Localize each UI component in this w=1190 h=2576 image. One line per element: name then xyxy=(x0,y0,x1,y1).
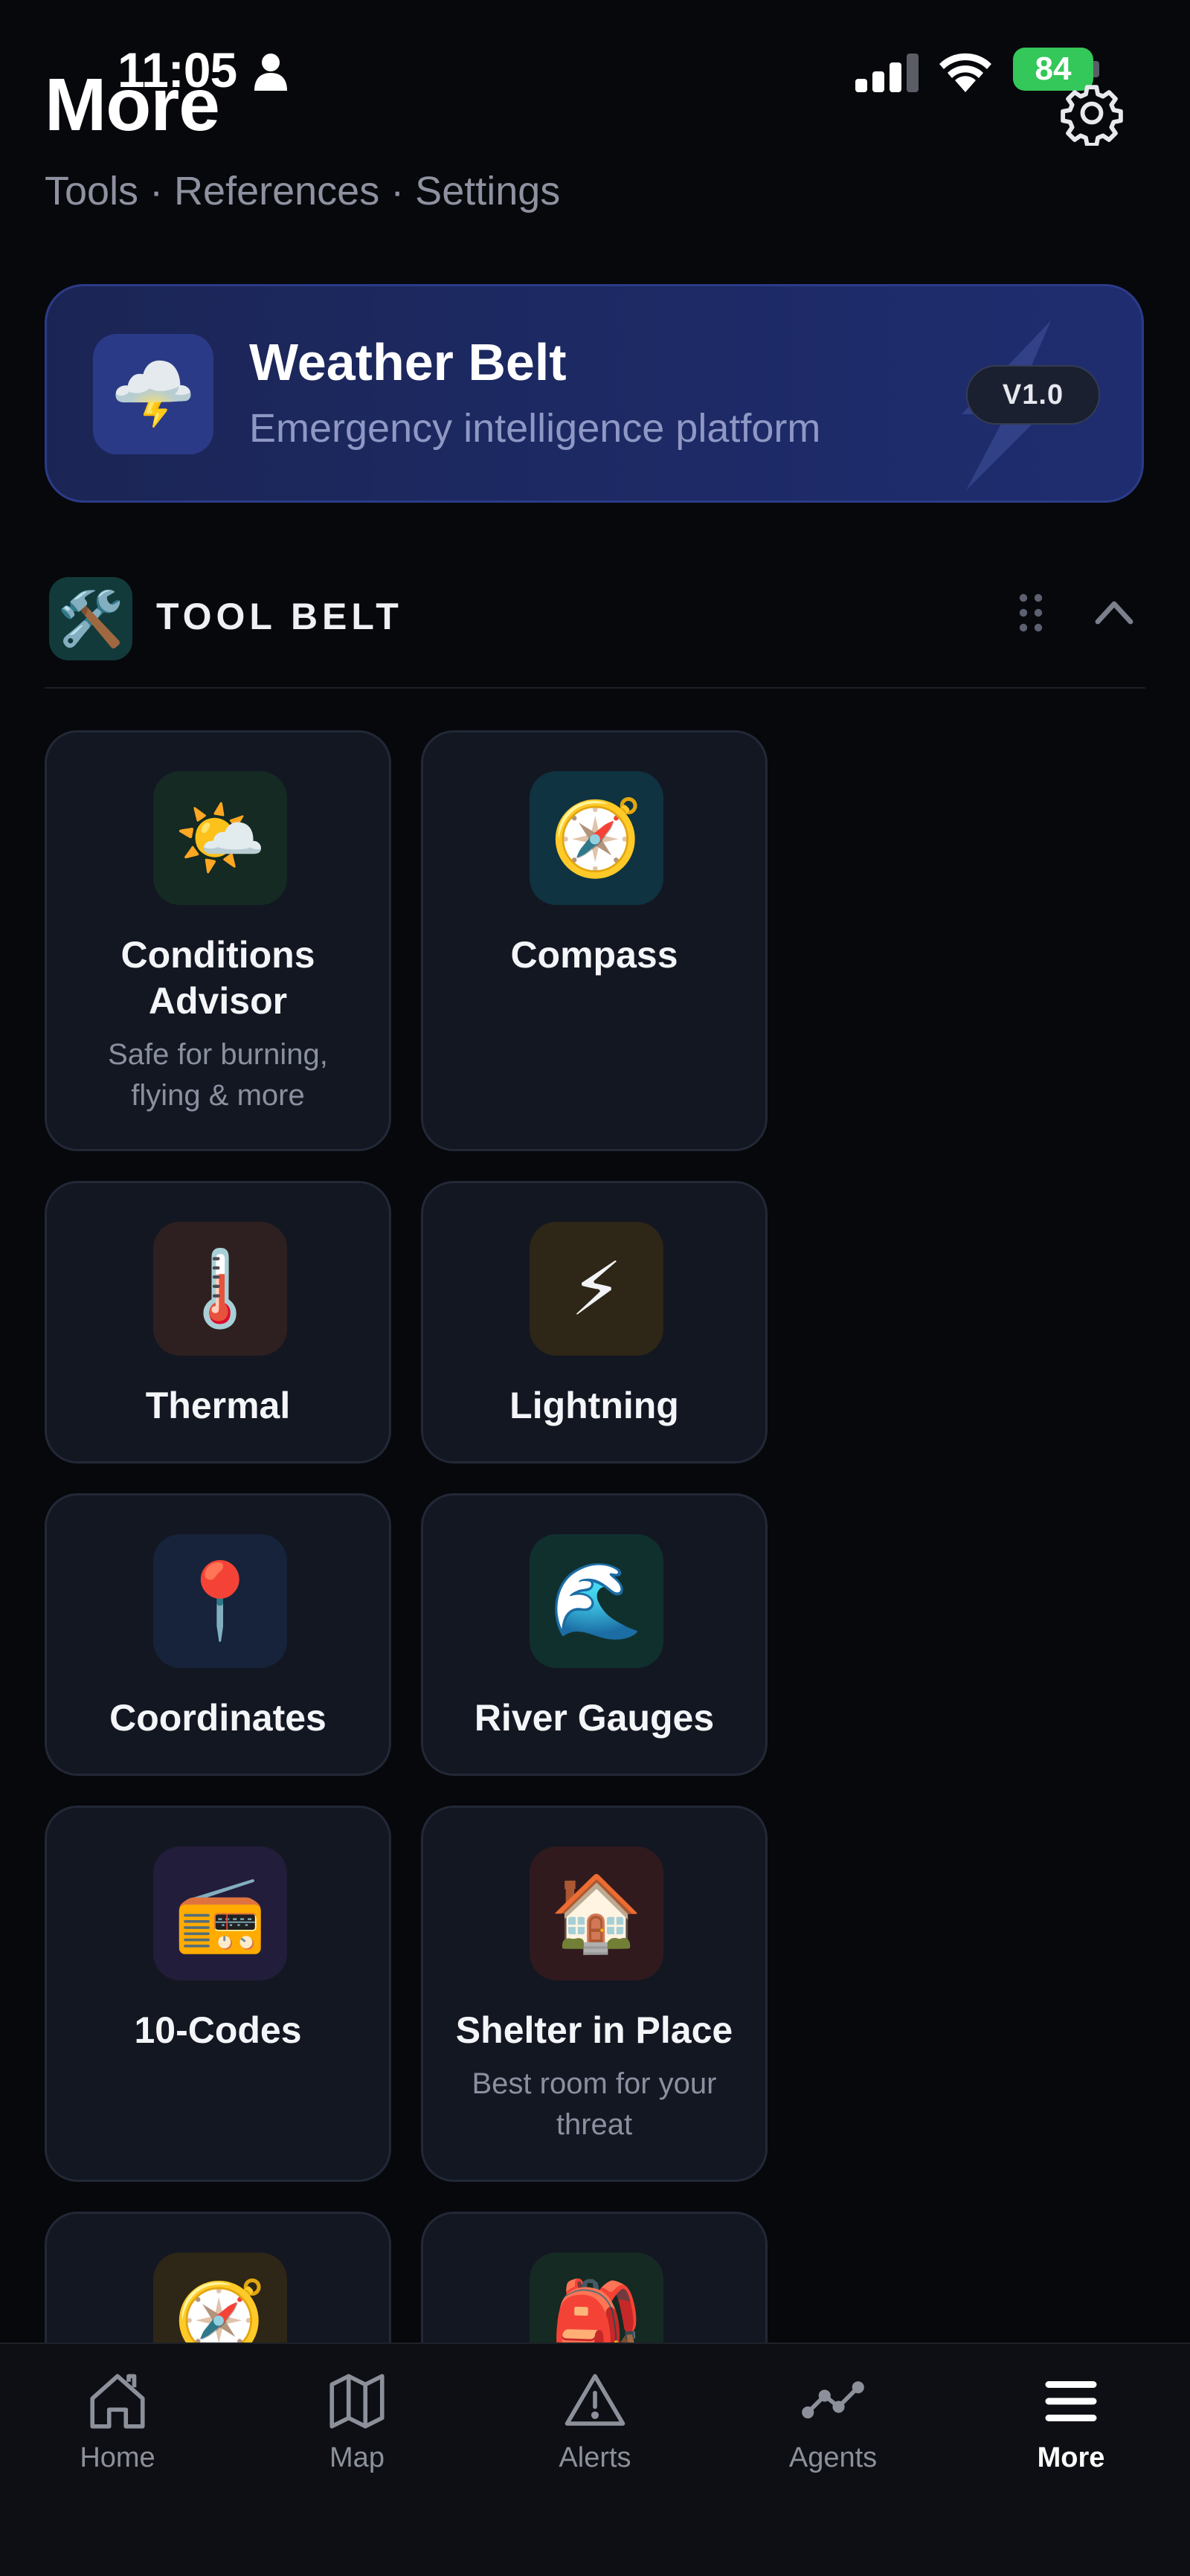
tool-card[interactable]: 🌡️ Thermal xyxy=(45,1181,391,1464)
section-emoji: 🛠️ xyxy=(57,589,124,649)
tab-label: Alerts xyxy=(559,2442,631,2473)
tool-card[interactable]: 🧭 Compass xyxy=(421,730,768,1151)
gear-icon[interactable] xyxy=(1059,80,1125,146)
tool-description: Best room for your threat xyxy=(472,2067,717,2141)
version-badge: V1.0 xyxy=(966,365,1100,425)
menu-icon xyxy=(1045,2381,1097,2421)
tool-name: Conditions Advisor xyxy=(120,934,315,1022)
compass-icon: 🧭 xyxy=(530,771,663,905)
tool-name: 10-Codes xyxy=(134,2009,302,2051)
battery-cap xyxy=(1093,61,1099,77)
tool-name: Shelter in Place xyxy=(455,2009,733,2051)
map-icon xyxy=(329,2374,385,2429)
tool-emoji: 📻 xyxy=(173,1871,267,1955)
tool-card[interactable]: 📍 Coordinates xyxy=(45,1493,391,1776)
section-divider xyxy=(45,687,1145,689)
tab-map[interactable]: Map xyxy=(275,2368,439,2502)
tool-name: Compass xyxy=(510,934,678,976)
tool-emoji: 🏠 xyxy=(550,1871,643,1955)
tab-home[interactable]: Home xyxy=(36,2368,199,2502)
sun-cloud-icon: 🌤️ xyxy=(153,771,287,905)
tab-label: More xyxy=(1037,2442,1105,2473)
radio-icon: 📻 xyxy=(153,1846,287,1980)
lightning-icon: ⚡ xyxy=(530,1222,663,1356)
person-icon xyxy=(254,54,287,91)
tab-alerts[interactable]: Alerts xyxy=(513,2368,677,2502)
tool-emoji: 🧭 xyxy=(550,796,643,880)
tool-name: Coordinates xyxy=(109,1697,327,1739)
tool-card[interactable]: 🏠 Shelter in Place Best room for your thre… xyxy=(421,1806,768,2182)
banner-emoji: 🌩️ xyxy=(110,355,196,432)
banner-subtitle: Emergency intelligence platform xyxy=(249,406,821,451)
tab-more[interactable]: More xyxy=(989,2368,1153,2502)
tool-name: Thermal xyxy=(145,1385,291,1426)
tool-emoji: 🌊 xyxy=(550,1559,643,1643)
tool-card[interactable]: 🌤️ Conditions Advisor Safe for burning, fl… xyxy=(45,730,391,1151)
section-title: TOOL BELT xyxy=(156,596,403,637)
chevron-up-icon[interactable] xyxy=(1093,595,1135,628)
tool-card[interactable]: 📻 10-Codes xyxy=(45,1806,391,2182)
hammer-wrench-icon: 🛠️ xyxy=(49,577,132,660)
wifi-icon xyxy=(939,53,991,92)
home-icon xyxy=(90,2374,145,2429)
tool-name: Lightning xyxy=(509,1385,679,1426)
app-banner[interactable]: 🌩️ Weather Belt Emergency intelligence p… xyxy=(45,284,1144,503)
tab-bar: Home Map Alerts Agents More xyxy=(0,2342,1190,2576)
tool-card[interactable]: ⚡ Lightning xyxy=(421,1181,768,1464)
page-subtitle: Tools · References · Settings xyxy=(45,169,561,213)
banner-title: Weather Belt xyxy=(249,333,567,391)
drag-handle-icon[interactable] xyxy=(1016,592,1046,634)
tool-card[interactable]: 🌊 River Gauges xyxy=(421,1493,768,1776)
wave-icon: 🌊 xyxy=(530,1534,663,1668)
cellular-signal-icon xyxy=(855,54,919,92)
page-title: More xyxy=(45,63,220,146)
tool-emoji: 🌡️ xyxy=(173,1246,267,1330)
house-icon: 🏠 xyxy=(530,1846,663,1980)
pin-icon: 📍 xyxy=(153,1534,287,1668)
tab-label: Map xyxy=(329,2442,385,2473)
cloud-lightning-icon: 🌩️ xyxy=(93,334,213,454)
tool-name: River Gauges xyxy=(474,1697,715,1739)
tool-emoji: 🌤️ xyxy=(173,796,267,880)
thermometer-icon: 🌡️ xyxy=(153,1222,287,1356)
tool-emoji: 📍 xyxy=(173,1559,267,1643)
tool-description: Safe for burning, flying & more xyxy=(108,1038,328,1112)
tab-label: Home xyxy=(80,2442,155,2473)
agents-graph-icon xyxy=(802,2381,864,2419)
tab-label: Agents xyxy=(788,2442,878,2473)
tab-agents[interactable]: Agents xyxy=(751,2368,915,2502)
tool-emoji: ⚡ xyxy=(570,1247,623,1331)
alert-triangle-icon xyxy=(565,2374,625,2426)
